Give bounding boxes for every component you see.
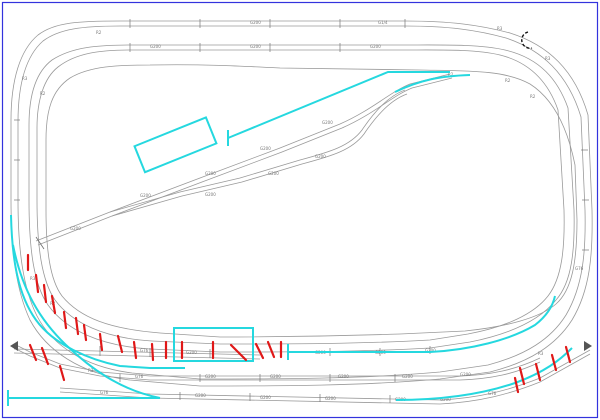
diagonal-sidings	[35, 73, 453, 250]
turn-marker-icon	[521, 31, 533, 49]
label-bottom-r2-5: G200	[402, 374, 413, 379]
marker-16	[254, 342, 265, 360]
marker-9	[116, 334, 124, 354]
highlight-box-siding	[133, 116, 218, 174]
outer-loop	[10, 20, 593, 387]
label-curve-3: R3	[545, 56, 551, 61]
label-bottom-r3-1: G76	[100, 390, 109, 395]
label-top-inner-1: G200	[150, 44, 161, 49]
label-bottom-r2-3: G200	[270, 374, 281, 379]
highlighted-route	[7, 71, 573, 406]
label-siding-8: G200	[70, 226, 81, 231]
track-plan-svg: G1/4 G200 R3 G200 G200 G200 R2 G200 G200…	[1, 1, 599, 419]
label-curve-4: R2	[530, 94, 536, 99]
track-labels: G1/4 G200 R3 G200 G200 G200 R2 G200 G200…	[22, 20, 584, 402]
buffer-stop-left	[10, 341, 18, 351]
label-bottom-r2-1: G76	[135, 374, 144, 379]
label-siding-7: G200	[315, 154, 326, 159]
label-curve-9: G76	[575, 266, 584, 271]
label-bottom-r1-5: G76	[140, 348, 149, 353]
label-bottom-r2-4: G200	[338, 374, 349, 379]
label-curve-5: R2	[40, 91, 46, 96]
marker-22	[513, 376, 520, 394]
marker-5	[62, 310, 68, 330]
red-markers	[26, 253, 572, 394]
label-bottom-r1-1: G200	[186, 350, 197, 355]
label-curve-10: G76	[488, 391, 497, 396]
label-top-inner-3: G200	[370, 44, 381, 49]
marker-15	[229, 343, 248, 362]
label-siding-5: G200	[205, 192, 216, 197]
label-siding-3: G200	[322, 120, 333, 125]
label-bottom-r3-2: G200	[195, 393, 206, 398]
marker-2	[34, 273, 40, 294]
label-bottom-r3-4: G200	[325, 396, 336, 401]
label-siding-4: G200	[140, 193, 151, 198]
label-top-outer-3: R3	[497, 26, 503, 31]
track-joints	[14, 19, 589, 403]
label-top-inner-4: R2	[96, 30, 102, 35]
label-top-inner-2: G200	[250, 44, 261, 49]
buffer-stop-right	[584, 341, 592, 351]
label-bottom-r3-3: G200	[260, 395, 271, 400]
label-top-outer-2: G200	[250, 20, 261, 25]
track-layout-diagram: G1/4 G200 R3 G200 G200 G200 R2 G200 G200…	[0, 0, 600, 420]
label-siding-6: G200	[268, 171, 279, 176]
label-top-outer-1: G1/4	[378, 20, 388, 25]
label-curve-2: R2	[505, 78, 511, 83]
label-curve-8: R3	[30, 276, 36, 281]
label-siding-1: G200	[205, 171, 216, 176]
label-curve-11: R3	[538, 351, 544, 356]
bottom-straights	[10, 341, 592, 405]
marker-7	[82, 323, 88, 342]
label-siding-2: G200	[260, 146, 271, 151]
label-bottom-r2-2: G200	[205, 374, 216, 379]
label-bottom-r2-6: G200	[460, 372, 471, 377]
innermost-loop	[45, 64, 578, 338]
label-curve-6: R3	[22, 76, 28, 81]
inner-loop	[28, 44, 575, 353]
marker-11	[150, 342, 155, 362]
